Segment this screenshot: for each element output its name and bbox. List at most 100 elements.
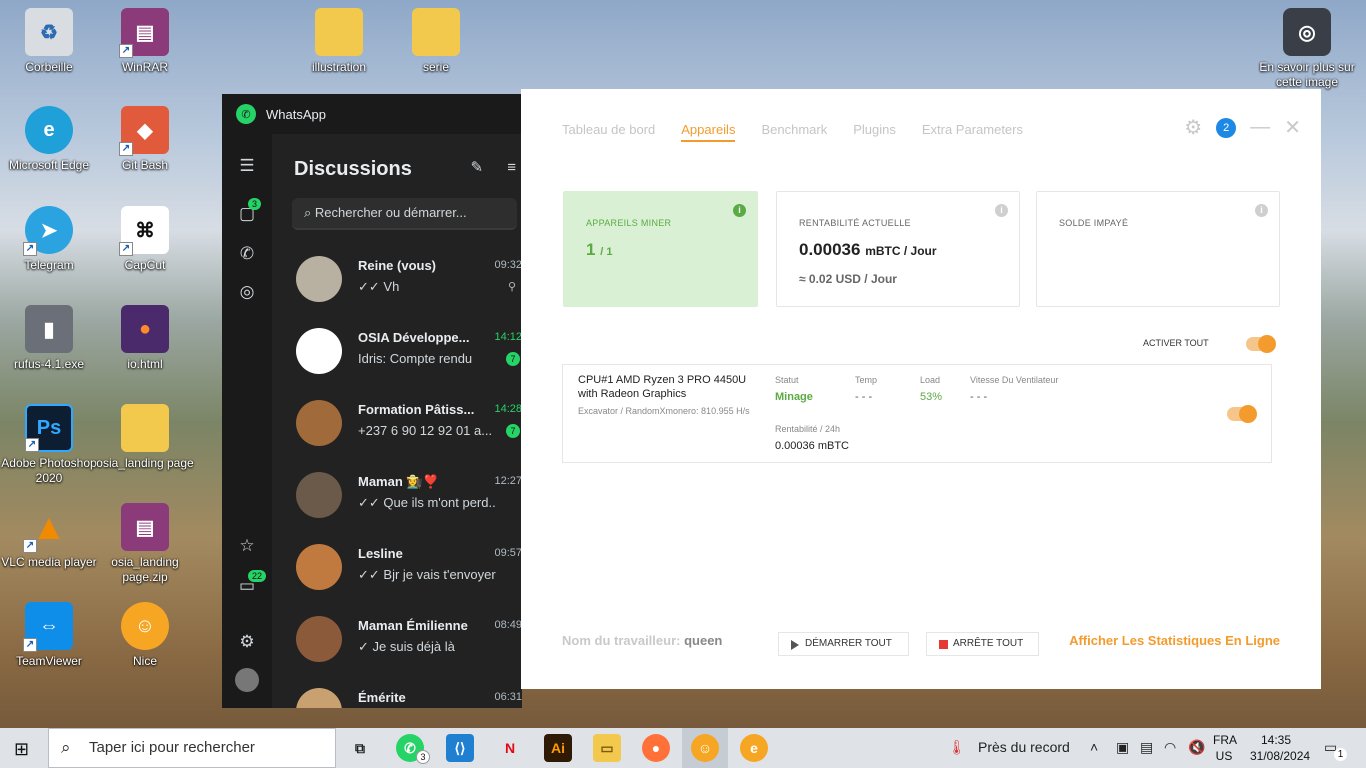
info-icon[interactable]: i — [1255, 204, 1268, 217]
chat-item[interactable]: OSIA Développe... 14:12 Idris: Compte re… — [292, 318, 522, 390]
input-language[interactable]: FRA US — [1213, 732, 1237, 764]
tab-dashboard[interactable]: Tableau de bord — [562, 122, 655, 142]
chevron-up-icon[interactable]: ˄ — [1090, 739, 1098, 755]
filter-icon[interactable]: ≡ — [507, 159, 516, 176]
desktop-icon-winrar[interactable]: ▤ ↗ WinRAR — [96, 8, 194, 75]
card-title: RENTABILITÉ ACTUELLE — [799, 218, 911, 228]
desktop-icon-serie[interactable]: serie — [387, 8, 485, 75]
netflix-icon[interactable]: N — [496, 734, 524, 762]
chat-item[interactable]: Maman 👩‍🌾❣️ 12:27 ✓✓ Que ils m'ont perd.… — [292, 462, 522, 534]
enable-all-toggle[interactable] — [1246, 335, 1276, 353]
settings-gear-icon[interactable]: ⚙ — [1184, 115, 1202, 140]
taskbar-search-input[interactable]: ⌕ Taper ici pour rechercher — [48, 728, 336, 768]
tab-extra-parameters[interactable]: Extra Parameters — [922, 122, 1023, 142]
profile-avatar[interactable] — [235, 668, 259, 692]
search-icon: ⌕ — [61, 738, 71, 757]
firefox-icon[interactable]: ● — [642, 734, 670, 762]
desktop-icon-rufus[interactable]: ▮ rufus-4.1.exe — [0, 305, 98, 372]
desktop-icon-osia-zip[interactable]: ▤ osia_landing page.zip — [96, 503, 194, 585]
chat-time: 09:57 — [494, 547, 522, 559]
task-view-icon[interactable]: ⧉ — [346, 734, 374, 762]
illustrator-icon[interactable]: Ai — [544, 734, 572, 762]
chat-item[interactable]: Reine (vous) 09:32 ✓✓ Vh ⚲ — [292, 246, 522, 318]
info-icon[interactable]: i — [995, 204, 1008, 217]
camera-tray-icon[interactable]: ▣ — [1116, 739, 1129, 756]
desktop-icon-vlc[interactable]: ▲ ↗ VLC media player — [0, 503, 98, 570]
desktop-icon-recycle-bin[interactable]: ♻ Corbeille — [0, 8, 98, 75]
desktop-icon-label: Microsoft Edge — [8, 158, 90, 172]
whatsapp-titlebar[interactable]: ✆ WhatsApp — [222, 94, 522, 134]
new-chat-icon[interactable]: ✎ — [470, 159, 483, 176]
starred-icon[interactable]: ☆ — [235, 534, 259, 558]
tab-benchmark[interactable]: Benchmark — [761, 122, 827, 142]
chat-item[interactable]: Émérite 06:31 — [292, 678, 522, 708]
chat-time: 14:28 — [494, 403, 522, 415]
status-label: Statut — [775, 375, 799, 385]
desktop-icon-illustration[interactable]: illustration — [290, 8, 388, 75]
speaker-muted-icon[interactable]: 🔇 — [1188, 739, 1205, 756]
chat-item[interactable]: Formation Pâtiss... 14:28 +237 6 90 12 9… — [292, 390, 522, 462]
edge-icon: e — [25, 106, 73, 154]
profit-amount: 0.00036 — [799, 240, 861, 259]
close-icon[interactable]: ✕ — [1284, 115, 1301, 140]
chat-item[interactable]: Maman Émilienne 08:49 ✓ Je suis déjà là — [292, 606, 522, 678]
status-icon[interactable]: ◎ — [235, 280, 259, 304]
desktop-icon-nice[interactable]: ☺ Nice — [96, 602, 194, 669]
desktop-icon-spotlight[interactable]: ◎ En savoir plus sur cette image — [1258, 8, 1356, 90]
desktop-icon-io-html[interactable]: ● io.html — [96, 305, 194, 372]
stop-all-button[interactable]: ARRÊTE TOUT — [926, 632, 1039, 656]
wifi-icon[interactable]: ◠ — [1164, 739, 1176, 756]
profit-value: 0.00036 mBTC / Jour — [799, 240, 937, 260]
chat-time: 12:27 — [494, 475, 522, 487]
notification-badge[interactable]: 2 — [1216, 117, 1237, 138]
desktop-icon-label: serie — [422, 60, 449, 74]
nice-app-icon[interactable]: ☺ — [691, 734, 719, 762]
avatar — [296, 328, 342, 374]
network-tray-icon[interactable]: ▤ — [1140, 739, 1153, 756]
device-toggle[interactable] — [1227, 405, 1257, 423]
minimize-icon[interactable]: — — [1250, 116, 1270, 139]
online-stats-link[interactable]: Afficher Les Statistiques En Ligne — [1069, 633, 1280, 648]
desktop-icon-label: io.html — [127, 357, 163, 371]
windows-start-icon[interactable]: ⊞ — [14, 739, 29, 760]
desktop-icon-label: VLC media player — [1, 555, 97, 569]
desktop-icon-label: Telegram — [24, 258, 74, 272]
settings-gear-icon[interactable]: ⚙ — [235, 630, 259, 654]
e-app-icon[interactable]: e — [740, 734, 768, 762]
start-all-button[interactable]: DÉMARRER TOUT — [778, 632, 909, 656]
desktop-icon-capcut[interactable]: ⌘ ↗ CapCut — [96, 206, 194, 273]
info-icon[interactable]: i — [733, 204, 746, 217]
desktop-icon-telegram[interactable]: ➤ ↗ Telegram — [0, 206, 98, 273]
avatar — [296, 616, 342, 662]
desktop-icon-label: Git Bash — [121, 158, 169, 172]
desktop-icon-label: En savoir plus sur cette image — [1259, 60, 1355, 89]
panel-actions: ✎ ≡ — [470, 158, 516, 176]
avatar — [296, 472, 342, 518]
usb-drive-icon: ▮ — [25, 305, 73, 353]
temp-label: Temp — [855, 375, 878, 385]
chat-name: Maman 👩‍🌾❣️ — [358, 474, 439, 489]
avatar — [296, 256, 342, 302]
card-devices: APPAREILS MINER i 1 / 1 — [563, 191, 758, 307]
load-value: 53% — [920, 391, 943, 403]
clock[interactable]: 14:35 31/08/2024 — [1250, 732, 1310, 764]
thermometer-icon[interactable]: 🌡 — [948, 739, 966, 756]
desktop-icon-teamviewer[interactable]: ⇔ ↗ TeamViewer — [0, 602, 98, 669]
menu-icon[interactable]: ☰ — [235, 154, 259, 178]
desktop-icon-edge[interactable]: e Microsoft Edge — [0, 106, 98, 173]
tab-devices[interactable]: Appareils — [681, 122, 736, 142]
chat-search-input[interactable]: ⌕ Rechercher ou démarrer... — [292, 198, 517, 230]
weather-text[interactable]: Près du record — [978, 739, 1070, 755]
photoshop-icon: Ps ↗ — [25, 404, 73, 452]
desktop-icon-photoshop[interactable]: Ps ↗ Adobe Photoshop 2020 — [0, 404, 98, 486]
tab-plugins[interactable]: Plugins — [853, 122, 896, 142]
play-icon — [791, 640, 799, 650]
vscode-icon[interactable]: ⟨⟩ — [446, 734, 474, 762]
file-explorer-icon[interactable]: ▭ — [593, 734, 621, 762]
desktop-icon-osia-landing[interactable]: osia_landing page — [96, 404, 194, 471]
desktop-icon-label: Corbeille — [25, 60, 73, 74]
desktop-icon-git-bash[interactable]: ◆ ↗ Git Bash — [96, 106, 194, 173]
calls-icon[interactable]: ✆ — [235, 242, 259, 266]
chat-preview: +237 6 90 12 92 01 a... — [358, 423, 493, 438]
chat-item[interactable]: Lesline 09:57 ✓✓ Bjr je vais t'envoyer..… — [292, 534, 522, 606]
